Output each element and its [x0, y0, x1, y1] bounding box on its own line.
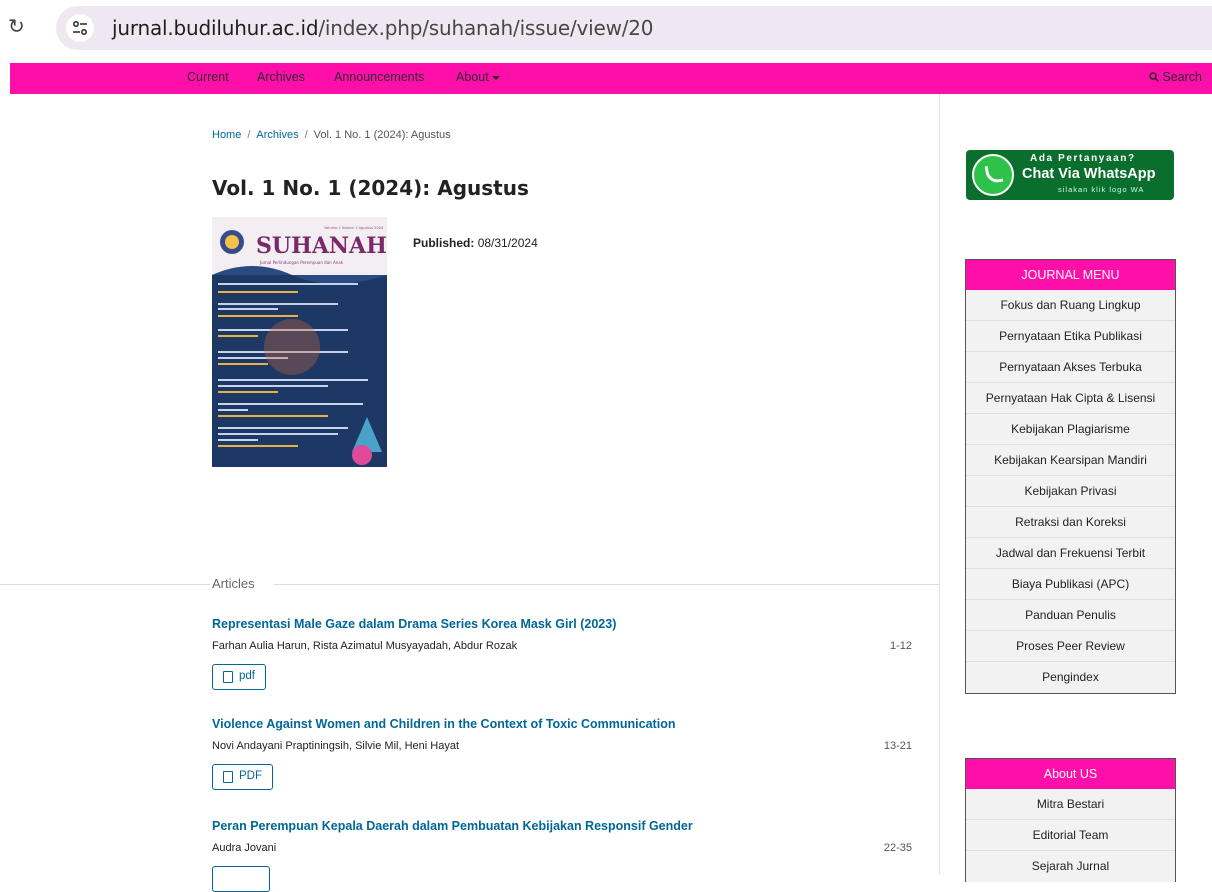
article-pages: 1-12: [889, 640, 912, 652]
cover-subtitle: Jurnal Perlindungan Perempuan dan Anak: [259, 260, 344, 265]
breadcrumb-home[interactable]: Home: [212, 129, 241, 141]
article-authors: Novi Andayani Praptiningsih, Silvie Mil,…: [212, 740, 460, 752]
nav-current[interactable]: Current: [187, 70, 229, 84]
about-us-item[interactable]: Editorial Team: [966, 820, 1175, 851]
pdf-file-icon: [223, 771, 233, 783]
galley-label: PDF: [239, 770, 262, 782]
article-authors: Farhan Aulia Harun, Rista Azimatul Musya…: [212, 640, 518, 652]
journal-menu-item[interactable]: Kebijakan Kearsipan Mandiri: [966, 445, 1175, 476]
article-pages: 13-21: [883, 740, 912, 752]
whatsapp-chat-banner[interactable]: Ada Pertanyaan? Chat Via WhatsApp silaka…: [966, 150, 1174, 200]
journal-menu-item[interactable]: Pengindex: [966, 662, 1175, 693]
about-us-block: About US Mitra Bestari Editorial Team Se…: [965, 758, 1176, 882]
whatsapp-cta: Chat Via WhatsApp: [1022, 166, 1156, 182]
pdf-file-icon: [223, 671, 233, 683]
divider: [0, 584, 210, 585]
address-bar[interactable]: jurnal.budiluhur.ac.id/index.php/suhanah…: [56, 6, 1212, 50]
journal-menu-item[interactable]: Pernyataan Etika Publikasi: [966, 321, 1175, 352]
journal-menu-item[interactable]: Jadwal dan Frekuensi Terbit: [966, 538, 1175, 569]
article-title-link[interactable]: Peran Perempuan Kepala Daerah dalam Pemb…: [212, 819, 912, 833]
breadcrumb: Home / Archives / Vol. 1 No. 1 (2024): Agust…: [212, 129, 451, 141]
pdf-galley-button[interactable]: PDF: [212, 764, 273, 790]
whatsapp-icon[interactable]: [972, 154, 1014, 196]
nav-about[interactable]: About: [456, 70, 500, 84]
journal-menu-item[interactable]: Panduan Penulis: [966, 600, 1175, 631]
articles-heading: Articles: [212, 576, 255, 591]
main-content: Home / Archives / Vol. 1 No. 1 (2024): Agust…: [0, 94, 940, 892]
published-date: Published: 08/31/2024: [413, 236, 538, 250]
primary-nav: Current Archives Announcements About Sea…: [10, 63, 1212, 94]
journal-menu-item[interactable]: Kebijakan Privasi: [966, 476, 1175, 507]
galley-label: pdf: [239, 670, 255, 682]
published-value: 08/31/2024: [477, 236, 538, 250]
article-item: Violence Against Women and Children in t…: [212, 717, 912, 790]
page-title: Vol. 1 No. 1 (2024): Agustus: [212, 176, 529, 200]
breadcrumb-archives[interactable]: Archives: [256, 129, 298, 141]
url-text: jurnal.budiluhur.ac.id/index.php/suhanah…: [112, 16, 654, 40]
whatsapp-hint: silakan klik logo WA: [1058, 185, 1145, 194]
journal-menu-heading: JOURNAL MENU: [966, 260, 1175, 290]
browser-toolbar: ↻ jurnal.budiluhur.ac.id/index.php/suhan…: [0, 0, 1212, 58]
search-icon: [1149, 72, 1159, 82]
journal-menu-item[interactable]: Fokus dan Ruang Lingkup: [966, 290, 1175, 321]
about-us-item[interactable]: Mitra Bestari: [966, 789, 1175, 820]
divider: [274, 584, 940, 585]
article-title-link[interactable]: Representasi Male Gaze dalam Drama Serie…: [212, 617, 912, 631]
url-host: jurnal.budiluhur.ac.id: [112, 16, 319, 40]
about-us-item[interactable]: Sejarah Jurnal: [966, 851, 1175, 882]
site-settings-icon[interactable]: [66, 14, 94, 42]
search-link[interactable]: Search: [1149, 70, 1202, 84]
search-label: Search: [1162, 70, 1202, 84]
article-item: Peran Perempuan Kepala Daerah dalam Pemb…: [212, 819, 912, 892]
article-item: Representasi Male Gaze dalam Drama Serie…: [212, 617, 912, 690]
published-label: Published:: [413, 236, 475, 250]
nav-announcements[interactable]: Announcements: [334, 70, 424, 84]
phone-icon: [984, 163, 1004, 185]
about-us-heading: About US: [966, 759, 1175, 789]
journal-menu-item[interactable]: Pernyataan Hak Cipta & Lisensi: [966, 383, 1175, 414]
cover-journal-name: SUHANAH: [256, 233, 387, 259]
journal-menu-block: JOURNAL MENU Fokus dan Ruang Lingkup Per…: [965, 259, 1176, 694]
pdf-galley-button[interactable]: pdf: [212, 664, 266, 690]
url-path: /index.php/suhanah/issue/view/20: [318, 16, 654, 40]
article-pages: 22-35: [883, 842, 912, 854]
nav-about-label: About: [456, 70, 489, 84]
journal-menu-item[interactable]: Retraksi dan Koreksi: [966, 507, 1175, 538]
article-authors: Audra Jovani: [212, 842, 277, 854]
article-title-link[interactable]: Violence Against Women and Children in t…: [212, 717, 912, 731]
pdf-galley-button[interactable]: [212, 866, 270, 892]
cover-volume: Volume 1 Nomor 1 Agustus 2024: [324, 226, 384, 230]
issue-cover-image[interactable]: SUHANAH Jurnal Perlindungan Perempuan da…: [212, 217, 387, 467]
nav-archives[interactable]: Archives: [257, 70, 305, 84]
breadcrumb-separator: /: [247, 129, 251, 141]
whatsapp-question: Ada Pertanyaan?: [1030, 153, 1136, 164]
journal-menu-item[interactable]: Pernyataan Akses Terbuka: [966, 352, 1175, 383]
breadcrumb-current: Vol. 1 No. 1 (2024): Agustus: [313, 129, 451, 141]
journal-menu-item[interactable]: Proses Peer Review: [966, 631, 1175, 662]
journal-menu-item[interactable]: Biaya Publikasi (APC): [966, 569, 1175, 600]
breadcrumb-separator: /: [304, 129, 308, 141]
journal-menu-item[interactable]: Kebijakan Plagiarisme: [966, 414, 1175, 445]
chevron-down-icon: [491, 75, 500, 80]
reload-icon[interactable]: ↻: [8, 16, 30, 38]
